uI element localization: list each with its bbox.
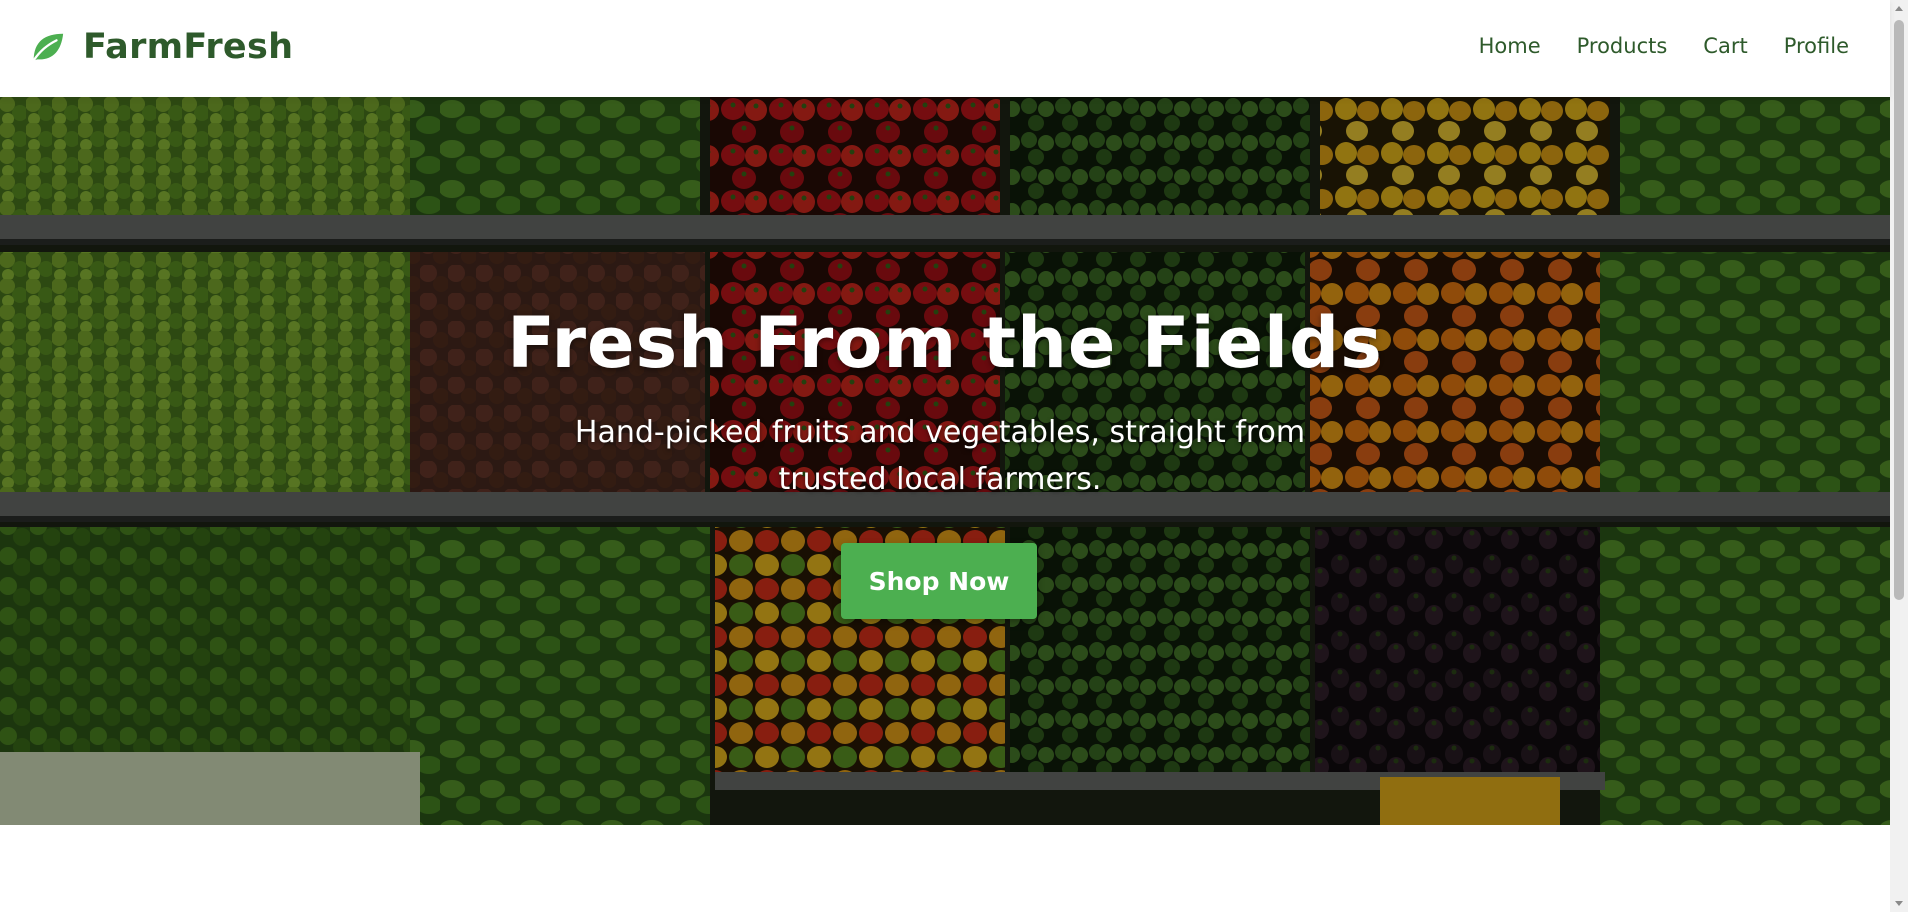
scrollbar-thumb[interactable]	[1894, 20, 1904, 600]
hero-title: Fresh From the Fields	[507, 302, 1383, 384]
nav-products[interactable]: Products	[1577, 34, 1668, 58]
arrow-down-icon[interactable]	[1890, 894, 1908, 912]
nav-profile[interactable]: Profile	[1784, 34, 1849, 58]
shop-now-button[interactable]: Shop Now	[841, 543, 1037, 619]
site-header: FarmFresh Home Products Cart Profile	[0, 0, 1890, 97]
brand-name: FarmFresh	[83, 27, 294, 67]
arrow-up-icon[interactable]	[1890, 0, 1908, 18]
brand-logo[interactable]: FarmFresh	[28, 27, 293, 67]
leaf-icon	[32, 33, 64, 62]
page: FarmFresh Home Products Cart Profile Fre…	[0, 0, 1890, 912]
nav-home[interactable]: Home	[1479, 34, 1541, 58]
page-scrollbar[interactable]	[1890, 0, 1908, 912]
nav-cart[interactable]: Cart	[1703, 34, 1747, 58]
hero-subtitle: Hand-picked fruits and vegetables, strai…	[574, 415, 1306, 497]
hero-banner: Fresh From the Fields Hand-picked fruits…	[0, 97, 1890, 825]
hero-content: Fresh From the Fields Hand-picked fruits…	[0, 97, 1890, 825]
main-nav: Home Products Cart Profile	[1443, 34, 1849, 58]
